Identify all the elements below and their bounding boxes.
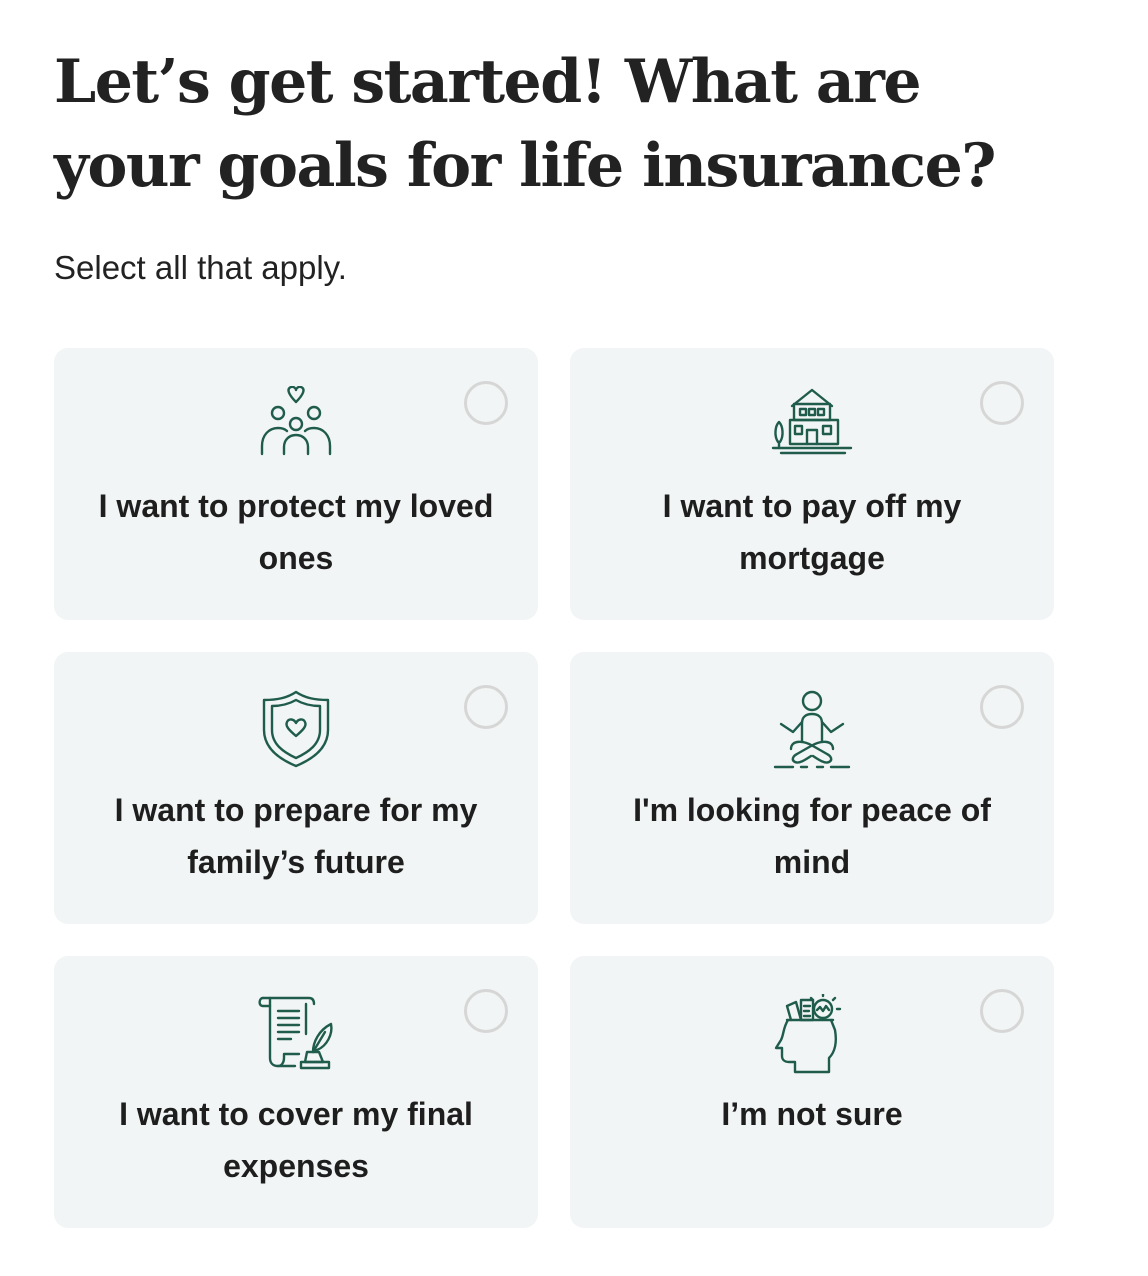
options-grid: I want to protect my loved ones I want t xyxy=(54,348,1054,1228)
page-title: Let’s get started! What are your goals f… xyxy=(54,47,996,201)
option-card-protect-loved-ones[interactable]: I want to protect my loved ones xyxy=(54,348,538,620)
family-heart-icon xyxy=(251,386,341,466)
option-radio[interactable] xyxy=(980,989,1024,1033)
option-card-not-sure[interactable]: I’m not sure xyxy=(570,956,1054,1228)
option-radio[interactable] xyxy=(464,381,508,425)
option-label: I want to pay off my mortgage xyxy=(662,488,962,576)
option-card-final-expenses[interactable]: I want to cover my final expenses xyxy=(54,956,538,1228)
scroll-quill-icon xyxy=(251,994,341,1074)
header: Let’s get started! What are your goals f… xyxy=(54,40,1054,290)
option-radio[interactable] xyxy=(464,989,508,1033)
thinking-head-icon xyxy=(767,994,857,1074)
option-card-family-future[interactable]: I want to prepare for my family’s future xyxy=(54,652,538,924)
option-label: I want to protect my loved ones xyxy=(98,488,494,576)
shield-heart-icon xyxy=(251,690,341,770)
option-radio[interactable] xyxy=(980,381,1024,425)
house-icon xyxy=(767,386,857,466)
option-radio[interactable] xyxy=(464,685,508,729)
option-label: I want to prepare for my family’s future xyxy=(114,792,478,880)
option-card-peace-of-mind[interactable]: I'm looking for peace of mind xyxy=(570,652,1054,924)
option-card-pay-off-mortgage[interactable]: I want to pay off my mortgage xyxy=(570,348,1054,620)
option-label: I'm looking for peace of mind xyxy=(633,792,991,880)
page-subtitle: Select all that apply. xyxy=(54,249,347,286)
meditation-icon xyxy=(767,690,857,770)
option-label: I want to cover my final expenses xyxy=(119,1096,473,1184)
option-label: I’m not sure xyxy=(721,1096,903,1132)
option-radio[interactable] xyxy=(980,685,1024,729)
